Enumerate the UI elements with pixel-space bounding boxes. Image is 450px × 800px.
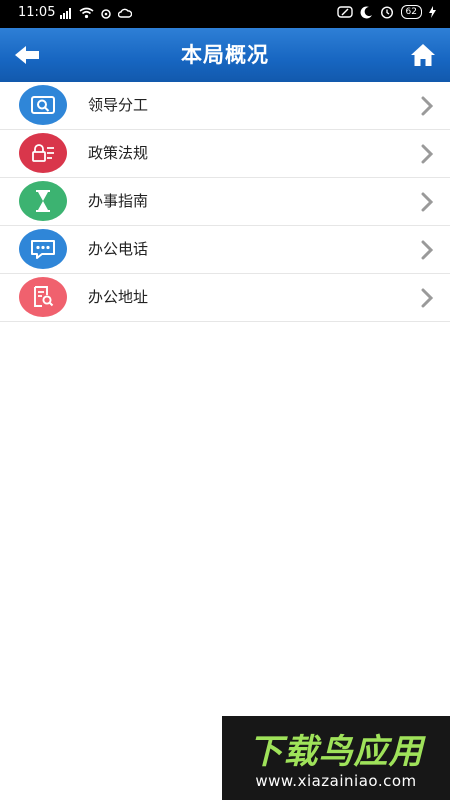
signal-icon xyxy=(60,7,72,19)
menu-item-phone[interactable]: 办公电话 xyxy=(0,226,450,274)
menu-label: 办公电话 xyxy=(88,240,149,258)
menu-item-leadership[interactable]: 领导分工 xyxy=(0,82,450,130)
nfc-icon xyxy=(336,6,353,18)
menu-label: 政策法规 xyxy=(88,144,149,162)
lock-doc-icon xyxy=(32,144,54,162)
menu-list: 领导分工 政策法规 办事指南 办公电话 办公地址 xyxy=(0,82,450,322)
alarm-icon xyxy=(380,6,393,19)
menu-item-guide[interactable]: 办事指南 xyxy=(0,178,450,226)
watermark-brand: 下载鸟应用 xyxy=(248,732,424,772)
menu-icon-phone xyxy=(19,229,67,269)
menu-item-address[interactable]: 办公地址 xyxy=(0,274,450,322)
watermark-logo: 下载鸟应用 www.xiazainiao.com xyxy=(222,716,450,800)
menu-label: 办事指南 xyxy=(88,192,149,210)
menu-item-policies[interactable]: 政策法规 xyxy=(0,130,450,178)
menu-icon-policies xyxy=(19,133,67,173)
home-icon xyxy=(411,44,435,66)
home-button[interactable] xyxy=(404,36,442,74)
status-right: 62 xyxy=(336,5,436,19)
watermark-url: www.xiazainiao.com xyxy=(255,772,417,790)
menu-label: 办公地址 xyxy=(88,288,149,306)
menu-icon-leadership xyxy=(19,85,67,125)
charging-icon xyxy=(429,6,436,18)
page-title: 本局概况 xyxy=(181,43,269,67)
menu-label: 领导分工 xyxy=(88,96,149,114)
battery-indicator: 62 xyxy=(400,5,422,19)
menu-icon-guide xyxy=(19,181,67,221)
chevron-right-icon xyxy=(421,96,434,116)
chevron-right-icon xyxy=(421,192,434,212)
chevron-right-icon xyxy=(421,288,434,308)
hotspot-icon xyxy=(101,8,112,19)
chevron-right-icon xyxy=(421,144,434,164)
cloud-icon xyxy=(118,8,133,18)
status-time: 11:05 xyxy=(18,5,56,20)
hourglass-icon xyxy=(36,190,50,212)
moon-icon xyxy=(360,5,372,18)
chevron-right-icon xyxy=(421,240,434,260)
menu-icon-address xyxy=(19,277,67,317)
chat-bubble-icon xyxy=(31,240,55,259)
status-left: 11:05 xyxy=(18,5,133,20)
app-header: 本局概况 xyxy=(0,28,450,82)
doc-search-icon xyxy=(34,286,54,307)
wifi-icon xyxy=(79,7,94,18)
search-card-icon xyxy=(31,96,55,114)
status-bar: 11:05 62 xyxy=(0,0,450,28)
